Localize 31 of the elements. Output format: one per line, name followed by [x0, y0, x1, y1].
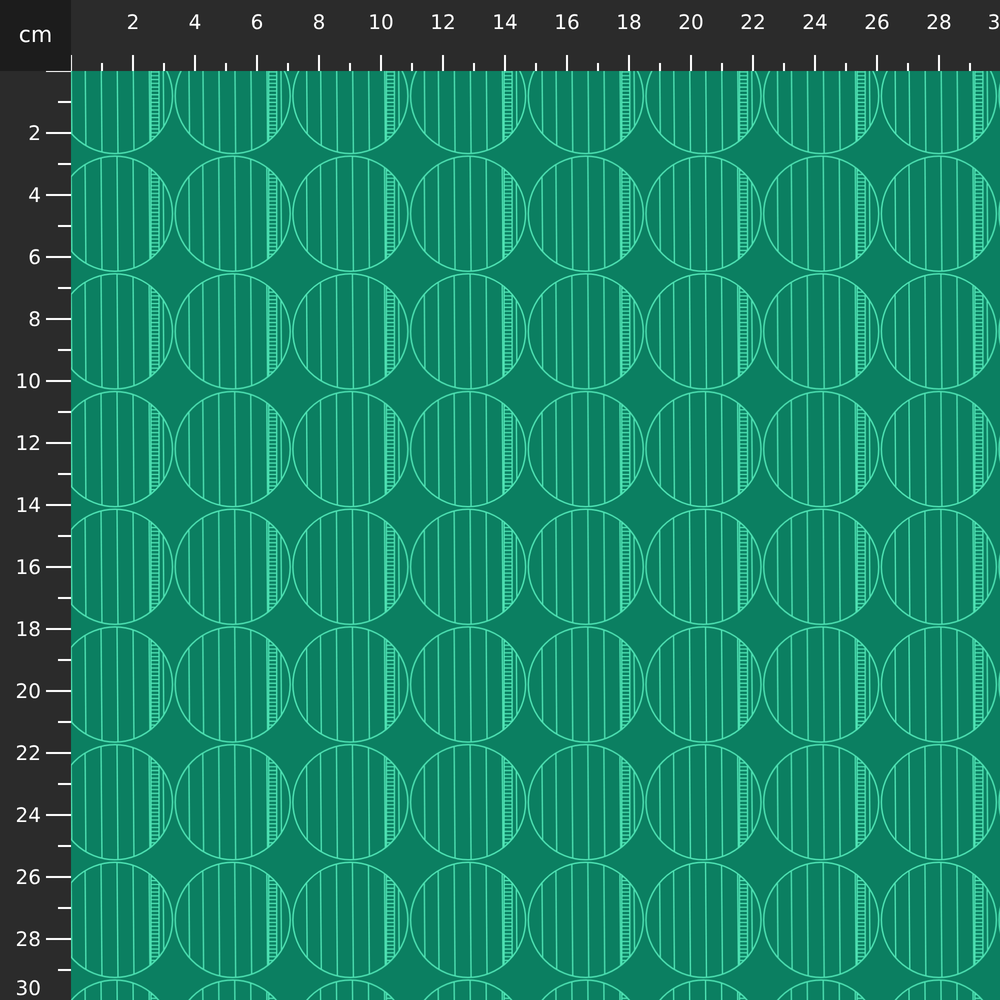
- ruler-label: 28: [16, 929, 41, 949]
- ruler-label: 4: [188, 12, 202, 32]
- ruler-label: 8: [312, 12, 326, 32]
- ruler-label: 14: [16, 495, 41, 515]
- ruler-label: 2: [28, 123, 41, 143]
- ruler-label: 3: [988, 12, 1000, 32]
- ruler-label: 24: [16, 805, 41, 825]
- ruler-label: 22: [740, 12, 766, 32]
- ruler-label: 24: [802, 12, 828, 32]
- ruler-label: 28: [926, 12, 952, 32]
- ruler-label: 18: [16, 619, 41, 639]
- ruler-label: 10: [16, 371, 41, 391]
- ruler-label: 30: [16, 978, 41, 998]
- ruler-label: 14: [492, 12, 518, 32]
- ruler-label: 2: [126, 12, 140, 32]
- ruler-label: 12: [430, 12, 456, 32]
- ruler-label: 20: [16, 681, 41, 701]
- ruler-label: 22: [16, 743, 41, 763]
- ruler-label: 26: [864, 12, 890, 32]
- ruler-label: 16: [16, 557, 41, 577]
- ruler-label: 12: [16, 433, 41, 453]
- ruler-label: 8: [28, 309, 41, 329]
- ruler-label: 26: [16, 867, 41, 887]
- ruler-label: 6: [28, 247, 41, 267]
- ruler-label: 6: [250, 12, 264, 32]
- ruler-label: 18: [616, 12, 642, 32]
- unit-label: cm: [18, 23, 52, 48]
- ruler-label: 10: [368, 12, 394, 32]
- ruler-label: 16: [554, 12, 580, 32]
- ruler-label: 4: [28, 185, 41, 205]
- ruler-label: 20: [678, 12, 704, 32]
